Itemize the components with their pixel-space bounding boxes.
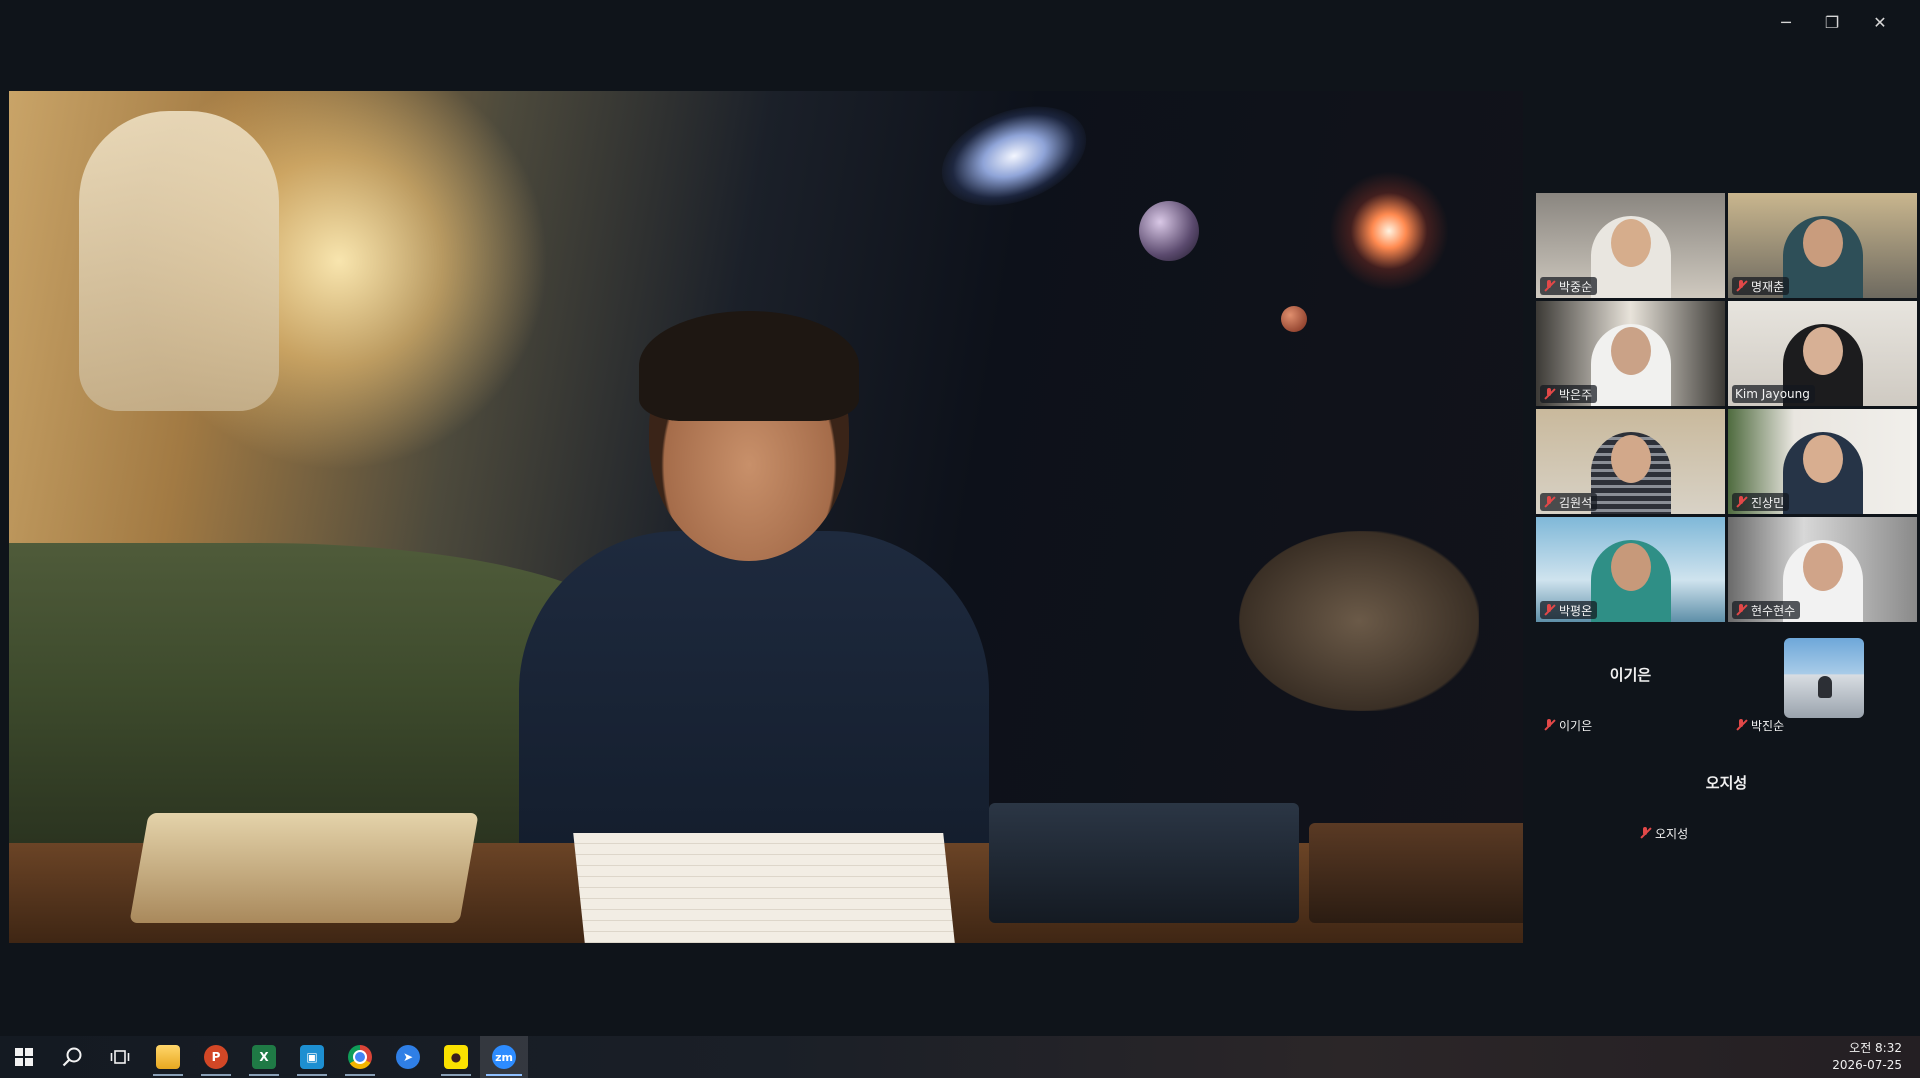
taskbar: P X ▣ ➤ ● zm 오전 8:32 2026-07-25 [0, 1036, 1920, 1078]
shared-screen-image [9, 91, 1523, 943]
participant-card-avatar[interactable]: 박진순 [1728, 638, 1917, 734]
participant-name-tag: 박평온 [1540, 601, 1598, 619]
participant-name-tag: 박진순 [1732, 716, 1789, 734]
mic-muted-icon [1735, 496, 1747, 508]
search-button[interactable] [48, 1036, 96, 1078]
participant-name: 김원석 [1559, 495, 1593, 510]
arrow-app-button[interactable]: ➤ [384, 1036, 432, 1078]
participant-name: 오지성 [1655, 826, 1689, 841]
mic-muted-icon [1543, 604, 1555, 616]
store-app-button[interactable]: ▣ [288, 1036, 336, 1078]
participant-name: 명재춘 [1751, 279, 1785, 294]
participant-tile[interactable]: 진상민 [1728, 409, 1917, 514]
mic-muted-icon [1543, 719, 1555, 731]
robed-figure [79, 111, 279, 411]
zoom-button[interactable]: zm [480, 1036, 528, 1078]
participant-name: 현수현수 [1751, 603, 1796, 618]
mic-muted-icon [1543, 496, 1555, 508]
excel-button[interactable]: X [240, 1036, 288, 1078]
file-explorer-button[interactable] [144, 1036, 192, 1078]
book [1309, 823, 1523, 923]
galaxy [928, 91, 1100, 224]
arrow-app-icon: ➤ [396, 1045, 420, 1069]
participant-card-video-off[interactable]: 이기은 이기은 [1536, 638, 1725, 734]
participant-tile[interactable]: 현수현수 [1728, 517, 1917, 622]
profile-picture [1784, 638, 1864, 718]
participant-gallery: 박중순 명재춘 박은주 Kim Jayoung 김원석 진상민 박평온 현수현수 [1536, 193, 1920, 625]
participant-name: Kim Jayoung [1735, 387, 1810, 401]
chat-bubble-icon: ● [444, 1045, 468, 1069]
participant-card-video-off[interactable]: 오지성 오지성 [1632, 746, 1821, 842]
kakaotalk-button[interactable]: ● [432, 1036, 480, 1078]
planet [1139, 201, 1199, 261]
mic-muted-icon [1735, 604, 1747, 616]
bright-star [1329, 171, 1449, 291]
mic-muted-icon [1543, 280, 1555, 292]
participant-tile[interactable]: 박중순 [1536, 193, 1725, 298]
participant-tile-active-speaker[interactable]: Kim Jayoung [1728, 301, 1917, 406]
participant-tile[interactable]: 명재춘 [1728, 193, 1917, 298]
folder-icon [156, 1045, 180, 1069]
clock-date: 2026-07-25 [1832, 1058, 1902, 1072]
participant-display-name: 오지성 [1705, 774, 1748, 792]
notebook [573, 833, 955, 943]
windows-start-button[interactable] [0, 1036, 48, 1078]
zoom-meeting-window: ─ ❐ ✕ 박중순 명재춘 박은주 Kim Jayoung 김원석 진상민 박평… [0, 0, 1920, 1036]
participant-name: 박진순 [1751, 718, 1785, 733]
mic-muted-icon [1735, 280, 1747, 292]
clock-time: 오전 8:32 [1849, 1041, 1902, 1055]
book [989, 803, 1299, 923]
participant-name: 박중순 [1559, 279, 1593, 294]
powerpoint-button[interactable]: P [192, 1036, 240, 1078]
restore-button[interactable]: ❐ [1812, 8, 1852, 36]
system-clock[interactable]: 오전 8:32 2026-07-25 [1832, 1040, 1902, 1074]
participant-name-tag: 오지성 [1636, 824, 1693, 842]
book [129, 813, 479, 923]
chrome-icon [348, 1045, 372, 1069]
participant-tile[interactable]: 박은주 [1536, 301, 1725, 406]
participant-name-tag: Kim Jayoung [1732, 385, 1815, 403]
task-view-icon [110, 1050, 130, 1064]
search-icon [62, 1047, 82, 1067]
participant-name-tag: 현수현수 [1732, 601, 1801, 619]
task-view-button[interactable] [96, 1036, 144, 1078]
chrome-button[interactable] [336, 1036, 384, 1078]
participant-name-tag: 박은주 [1540, 385, 1598, 403]
participant-display-name: 이기은 [1609, 666, 1652, 684]
dinosaur-fossil [1239, 531, 1479, 711]
zoom-icon: zm [492, 1045, 516, 1069]
windows-logo-icon [15, 1048, 33, 1066]
mic-muted-icon [1639, 827, 1651, 839]
mic-muted-icon [1735, 719, 1747, 731]
participant-name-tag: 진상민 [1732, 493, 1790, 511]
small-planet [1281, 306, 1307, 332]
participant-name-tag: 김원석 [1540, 493, 1598, 511]
participant-name-tag: 이기은 [1540, 716, 1597, 734]
excel-icon: X [252, 1045, 276, 1069]
participant-tile[interactable]: 박평온 [1536, 517, 1725, 622]
participant-name: 진상민 [1751, 495, 1785, 510]
store-icon: ▣ [300, 1045, 324, 1069]
minimize-button[interactable]: ─ [1766, 8, 1806, 36]
participant-name: 박평온 [1559, 603, 1593, 618]
participant-name-tag: 명재춘 [1732, 277, 1790, 295]
mic-muted-icon [1543, 388, 1555, 400]
participant-name: 이기은 [1559, 718, 1593, 733]
participant-name: 박은주 [1559, 387, 1593, 402]
close-button[interactable]: ✕ [1860, 8, 1900, 36]
participant-name-tag: 박중순 [1540, 277, 1598, 295]
powerpoint-icon: P [204, 1045, 228, 1069]
participant-tile[interactable]: 김원석 [1536, 409, 1725, 514]
